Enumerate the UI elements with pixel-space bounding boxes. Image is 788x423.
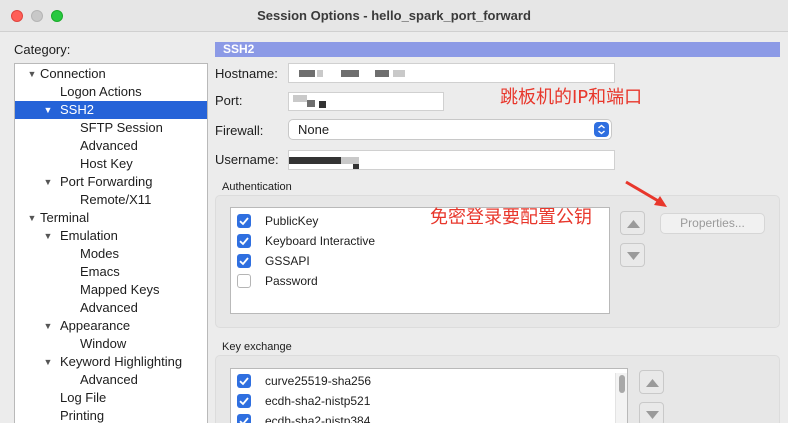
tree-item-emulation-advanced[interactable]: Advanced xyxy=(15,299,207,317)
move-up-button[interactable] xyxy=(620,211,645,235)
chevron-down-icon[interactable]: ▼ xyxy=(43,227,53,245)
tree-item-window[interactable]: Window xyxy=(15,335,207,353)
checkbox[interactable] xyxy=(237,254,251,268)
category-label: Category: xyxy=(14,42,71,57)
checkbox[interactable] xyxy=(237,414,251,423)
kex-move-up-button[interactable] xyxy=(639,370,664,394)
category-tree[interactable]: ▼ Connection Logon Actions ▼ SSH2 SFTP S… xyxy=(14,63,208,423)
authentication-group-label: Authentication xyxy=(222,181,292,193)
checkbox[interactable] xyxy=(237,374,251,388)
window-title: Session Options - hello_spark_port_forwa… xyxy=(257,8,531,23)
redacted-text xyxy=(375,70,389,77)
tree-item-ssh2[interactable]: ▼ SSH2 xyxy=(15,101,207,119)
tree-item-host-key[interactable]: Host Key xyxy=(15,155,207,173)
tree-item-port-forwarding[interactable]: ▼ Port Forwarding xyxy=(15,173,207,191)
select-stepper-icon xyxy=(594,122,609,137)
triangle-up-icon xyxy=(627,220,640,228)
section-title: SSH2 xyxy=(215,42,780,57)
kex-move-down-button[interactable] xyxy=(639,402,664,423)
tree-item-emulation[interactable]: ▼ Emulation xyxy=(15,227,207,245)
redacted-text xyxy=(341,157,359,164)
redacted-text xyxy=(317,70,323,77)
redacted-text xyxy=(307,100,315,107)
checkbox[interactable] xyxy=(237,214,251,228)
chevron-down-icon[interactable]: ▼ xyxy=(43,101,53,119)
chevron-down-icon[interactable]: ▼ xyxy=(43,353,53,371)
key-exchange-group-label: Key exchange xyxy=(222,341,292,353)
title-bar: Session Options - hello_spark_port_forwa… xyxy=(0,0,788,32)
port-field[interactable] xyxy=(288,92,444,111)
chevron-down-icon[interactable]: ▼ xyxy=(27,209,37,227)
hostname-field[interactable] xyxy=(288,63,615,83)
tree-item-mapped-keys[interactable]: Mapped Keys xyxy=(15,281,207,299)
firewall-label: Firewall: xyxy=(215,123,264,138)
checkbox[interactable] xyxy=(237,234,251,248)
annotation-arrow-icon xyxy=(625,180,667,207)
redacted-text xyxy=(353,164,359,169)
tree-item-remote-x11[interactable]: Remote/X11 xyxy=(15,191,207,209)
redacted-text xyxy=(289,157,341,164)
checkbox[interactable] xyxy=(237,274,251,288)
redacted-text xyxy=(393,70,405,77)
tree-item-appearance[interactable]: ▼ Appearance xyxy=(15,317,207,335)
tree-item-keyword-highlighting[interactable]: ▼ Keyword Highlighting xyxy=(15,353,207,371)
key-exchange-scrollbar[interactable] xyxy=(615,373,627,423)
tree-item-log-file[interactable]: Log File xyxy=(15,389,207,407)
username-label: Username: xyxy=(215,152,279,167)
tree-item-sftp-session[interactable]: SFTP Session xyxy=(15,119,207,137)
annotation-public-key: 免密登录要配置公钥 xyxy=(430,207,592,228)
redacted-text xyxy=(293,95,307,102)
tree-item-emacs[interactable]: Emacs xyxy=(15,263,207,281)
checkbox[interactable] xyxy=(237,394,251,408)
tree-item-modes[interactable]: Modes xyxy=(15,245,207,263)
firewall-select[interactable]: None xyxy=(288,119,612,140)
chevron-down-icon[interactable]: ▼ xyxy=(43,317,53,335)
tree-item-printing[interactable]: Printing xyxy=(15,407,207,423)
tree-item-highlighting-advanced[interactable]: Advanced xyxy=(15,371,207,389)
move-down-button[interactable] xyxy=(620,243,645,267)
scrollbar-thumb[interactable] xyxy=(619,375,625,393)
username-field[interactable] xyxy=(288,150,615,170)
chevron-down-icon[interactable]: ▼ xyxy=(43,173,53,191)
properties-button[interactable]: Properties... xyxy=(660,213,765,234)
triangle-down-icon xyxy=(646,411,659,419)
key-exchange-list[interactable]: curve25519-sha256 ecdh-sha2-nistp521 ecd… xyxy=(230,368,628,423)
tree-item-terminal[interactable]: ▼ Terminal xyxy=(15,209,207,227)
redacted-text xyxy=(299,70,315,77)
chevron-down-icon[interactable]: ▼ xyxy=(27,65,37,83)
tree-item-logon-actions[interactable]: Logon Actions xyxy=(15,83,207,101)
triangle-up-icon xyxy=(646,379,659,387)
tree-item-ssh2-advanced[interactable]: Advanced xyxy=(15,137,207,155)
redacted-text xyxy=(341,70,359,77)
port-label: Port: xyxy=(215,93,243,108)
triangle-down-icon xyxy=(627,252,640,260)
tree-item-connection[interactable]: ▼ Connection xyxy=(15,65,207,83)
hostname-label: Hostname: xyxy=(215,66,278,81)
redacted-text xyxy=(319,101,326,108)
annotation-jump-host: 跳板机的IP和端口 xyxy=(500,87,643,108)
